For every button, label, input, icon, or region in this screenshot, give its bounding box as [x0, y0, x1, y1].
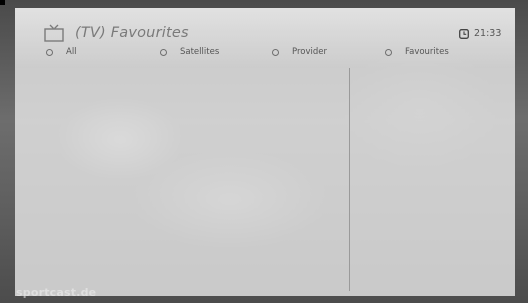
channel-list[interactable] [15, 68, 349, 296]
title-row: (TV) Favourites [44, 22, 189, 44]
clock: 21:33 [459, 28, 501, 39]
clock-icon [459, 28, 469, 39]
filter-all[interactable]: All [46, 45, 77, 59]
column-divider [349, 68, 350, 291]
watermark: sportcast.de [16, 286, 97, 299]
tv-icon [44, 24, 64, 42]
filter-provider[interactable]: Provider [272, 45, 327, 59]
favourites-list[interactable] [351, 68, 515, 296]
clock-time: 21:33 [474, 28, 502, 39]
filter-satellites[interactable]: Satellites [160, 45, 219, 59]
filter-row: All Satellites Provider Favourites [15, 45, 515, 59]
radio-icon [46, 48, 53, 56]
favourites-panel: (TV) Favourites 21:33 All Satellites Pro… [15, 8, 515, 296]
filter-favourites[interactable]: Favourites [385, 45, 449, 59]
radio-icon [160, 48, 167, 56]
radio-icon [272, 48, 279, 56]
filter-label: Provider [292, 47, 327, 57]
filter-label: Satellites [180, 47, 220, 57]
radio-icon [385, 48, 392, 56]
filter-label: All [66, 47, 77, 57]
corner-marker [0, 0, 5, 5]
filter-label: Favourites [405, 47, 449, 57]
page-title: (TV) Favourites [75, 25, 189, 41]
